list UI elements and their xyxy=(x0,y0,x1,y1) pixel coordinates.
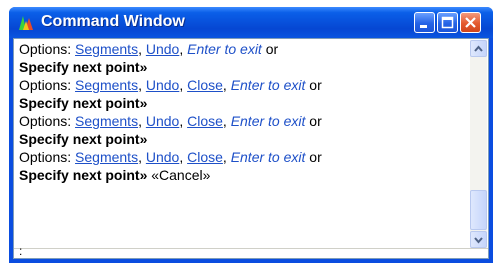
option-link[interactable]: Close xyxy=(187,149,223,165)
command-area: Options: Segments, Undo, Enter to exit o… xyxy=(13,38,489,259)
options-label: Options: xyxy=(19,41,72,57)
options-tail: or xyxy=(265,41,279,57)
command-input[interactable]: : xyxy=(14,244,488,258)
history-options-line: Options: Segments, Undo, Close, Enter to… xyxy=(19,77,322,93)
scroll-down-button[interactable] xyxy=(470,231,487,248)
history-prompt-line: Specify next point» xyxy=(19,94,465,112)
close-icon xyxy=(465,17,476,28)
minimize-icon xyxy=(420,25,427,28)
prompt-text: Specify next point» xyxy=(19,167,148,183)
option-link[interactable]: Close xyxy=(187,77,223,93)
exit-option: Enter to exit xyxy=(230,149,306,165)
chevron-down-icon xyxy=(474,237,483,244)
window-title: Command Window xyxy=(41,13,185,30)
maximize-button[interactable] xyxy=(437,12,458,33)
title-bar[interactable]: Command Window xyxy=(9,7,493,38)
exit-option: Enter to exit xyxy=(230,113,306,129)
option-link[interactable]: Undo xyxy=(146,41,179,57)
prompt-text: Specify next point» xyxy=(19,131,148,147)
prompt-text: Specify next point» xyxy=(19,95,148,111)
options-tail: or xyxy=(309,113,322,129)
history-options-line: Options: Segments, Undo, Close, Enter to… xyxy=(19,113,322,129)
app-logo-icon xyxy=(18,15,34,31)
history-prompt-line: Specify next point» «Cancel» xyxy=(19,166,465,184)
options-label: Options: xyxy=(19,149,72,165)
options-tail: or xyxy=(309,77,322,93)
prompt-extra: «Cancel» xyxy=(151,167,211,183)
option-link[interactable]: Undo xyxy=(146,77,179,93)
history-prompt-line: Specify next point» xyxy=(19,130,465,148)
maximize-icon xyxy=(441,16,454,29)
command-prompt: : xyxy=(19,244,23,258)
command-history: Options: Segments, Undo, Enter to exit o… xyxy=(19,40,465,184)
options-tail: or xyxy=(309,149,322,165)
option-link[interactable]: Undo xyxy=(146,149,179,165)
history-prompt-line: Specify next point» xyxy=(19,58,465,76)
option-link[interactable]: Segments xyxy=(75,41,138,57)
vertical-scrollbar[interactable] xyxy=(470,40,487,248)
scroll-thumb[interactable] xyxy=(470,190,487,230)
options-label: Options: xyxy=(19,113,72,129)
scroll-up-button[interactable] xyxy=(470,40,487,57)
exit-option: Enter to exit xyxy=(230,77,306,93)
option-link[interactable]: Segments xyxy=(75,113,138,129)
chevron-up-icon xyxy=(474,45,483,52)
minimize-button[interactable] xyxy=(414,12,435,33)
history-options-line: Options: Segments, Undo, Enter to exit o… xyxy=(19,41,279,57)
option-link[interactable]: Segments xyxy=(75,77,138,93)
prompt-text: Specify next point» xyxy=(19,59,148,75)
command-window: Command Window Options: Segments, Undo, … xyxy=(9,7,493,263)
exit-option: Enter to exit xyxy=(187,41,262,57)
option-link[interactable]: Segments xyxy=(75,149,138,165)
option-link[interactable]: Close xyxy=(187,113,223,129)
history-options-line: Options: Segments, Undo, Close, Enter to… xyxy=(19,149,322,165)
options-label: Options: xyxy=(19,77,72,93)
close-button[interactable] xyxy=(460,12,481,33)
option-link[interactable]: Undo xyxy=(146,113,179,129)
